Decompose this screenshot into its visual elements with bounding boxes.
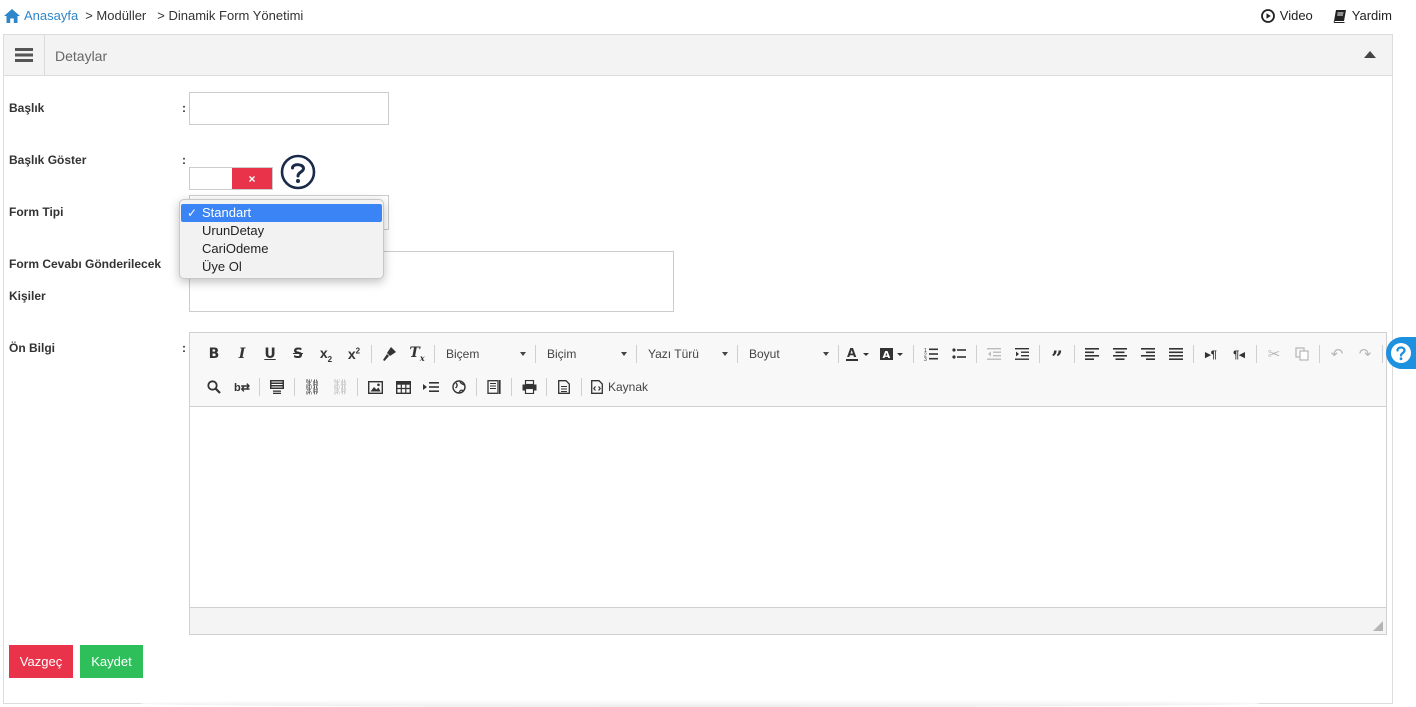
size-combo[interactable]: Boyut: [741, 341, 835, 367]
source-button[interactable]: Kaynak: [585, 374, 654, 400]
underline-icon[interactable]: U: [256, 341, 284, 367]
italic-icon[interactable]: I: [228, 341, 256, 367]
breadcrumb: Anasayfa > Modüller > Dinamik Form Yönet…: [4, 8, 307, 23]
indent-icon[interactable]: [1008, 341, 1036, 367]
bold-icon[interactable]: B: [200, 341, 228, 367]
book-icon: [1333, 9, 1346, 23]
collapse-caret-icon[interactable]: [1364, 51, 1376, 58]
panel-header: Detaylar: [4, 35, 1392, 76]
svg-text:A: A: [847, 346, 857, 360]
pre-info-label: Ön Bilgi: [9, 341, 55, 355]
form-type-option[interactable]: Üye Ol: [181, 258, 382, 276]
breadcrumb-current: > Dinamik Form Yönetimi: [157, 8, 304, 23]
horizontal-rule-icon[interactable]: [417, 374, 445, 400]
breadcrumb-modules[interactable]: > Modüller: [85, 8, 146, 23]
page-break-icon[interactable]: [480, 374, 508, 400]
toolbar-row-2: b⇄ ⛓ ⛓ Kaynak: [200, 374, 654, 400]
panel-menu-button[interactable]: [4, 35, 45, 75]
remove-format-icon[interactable]: Tx: [403, 341, 431, 367]
panel-title: Detaylar: [55, 48, 108, 64]
cut-icon[interactable]: ✂: [1260, 341, 1288, 367]
background-color-icon[interactable]: A: [876, 341, 910, 367]
home-icon[interactable]: [4, 8, 20, 23]
top-bar: Anasayfa > Modüller > Dinamik Form Yönet…: [0, 0, 1416, 32]
undo-icon[interactable]: ↶: [1323, 341, 1351, 367]
form-type-label: Form Tipi: [9, 205, 64, 219]
blockquote-icon[interactable]: ”: [1043, 341, 1071, 368]
strikethrough-icon[interactable]: S: [284, 341, 312, 367]
show-title-colon: :: [182, 153, 186, 167]
floating-help-button[interactable]: [1386, 337, 1416, 369]
help-button[interactable]: Yardim: [1333, 8, 1392, 23]
font-combo[interactable]: Yazı Türü: [640, 341, 734, 367]
video-button[interactable]: Video: [1260, 8, 1313, 23]
form-type-option[interactable]: CariOdeme: [181, 240, 382, 258]
copy-icon[interactable]: [1288, 341, 1316, 367]
save-button[interactable]: Kaydet: [80, 645, 143, 678]
replace-icon[interactable]: b⇄: [228, 374, 256, 400]
cancel-button[interactable]: Vazgeç: [9, 645, 73, 678]
text-direction-ltr-icon[interactable]: ▸¶: [1197, 341, 1225, 367]
align-left-icon[interactable]: [1078, 341, 1106, 367]
iframe-globe-icon[interactable]: [445, 374, 473, 400]
text-direction-rtl-icon[interactable]: ¶◂: [1225, 341, 1253, 367]
title-colon: :: [182, 101, 186, 115]
align-right-icon[interactable]: [1134, 341, 1162, 367]
title-input[interactable]: [189, 92, 389, 125]
play-circle-icon: [1260, 8, 1275, 23]
image-icon[interactable]: [361, 374, 389, 400]
toggle-off-state: ×: [232, 168, 272, 189]
outdent-icon[interactable]: [980, 341, 1008, 367]
form-type-dropdown[interactable]: ✓ Standart UrunDetay CariOdeme Üye Ol: [179, 199, 384, 279]
numbered-list-icon[interactable]: 123: [917, 341, 945, 367]
editor-toolbar: B I U S x2 x2 Tx Biçem Biçim Yazı Türü B…: [190, 333, 1386, 407]
text-color-icon[interactable]: A: [842, 341, 876, 367]
svg-text:A: A: [883, 350, 891, 361]
help-label: Yardim: [1351, 8, 1392, 23]
rich-text-editor: B I U S x2 x2 Tx Biçem Biçim Yazı Türü B…: [189, 332, 1387, 635]
preview-document-icon[interactable]: [550, 374, 578, 400]
form-type-option[interactable]: UrunDetay: [181, 222, 382, 240]
bullet-list-icon[interactable]: [945, 341, 973, 367]
recipients-label-line2: Kişiler: [9, 289, 46, 303]
breadcrumb-home-link[interactable]: Anasayfa: [24, 8, 78, 23]
editor-footer: [190, 607, 1386, 634]
details-panel: Detaylar Başlık : Başlık Göster : × Form…: [3, 34, 1393, 704]
svg-text:3: 3: [924, 357, 927, 361]
check-icon: ✓: [187, 206, 198, 220]
find-icon[interactable]: [200, 374, 228, 400]
redo-icon[interactable]: ↷: [1351, 341, 1379, 367]
toolbar-row-1: B I U S x2 x2 Tx Biçem Biçim Yazı Türü B…: [200, 341, 1386, 368]
hamburger-icon: [15, 48, 33, 62]
resize-handle-icon[interactable]: [1373, 621, 1383, 631]
recipients-label: Form Cevabı Gönderilecek: [9, 257, 162, 271]
title-label: Başlık: [9, 101, 45, 115]
style-combo[interactable]: Biçim: [539, 341, 633, 367]
pre-info-colon: :: [182, 341, 186, 355]
format-combo[interactable]: Biçem: [438, 341, 532, 367]
show-title-label: Başlık Göster: [9, 153, 87, 167]
editor-content-area[interactable]: [190, 408, 1386, 608]
top-actions: Video Yardim: [1260, 8, 1392, 23]
question-circle-icon: [1391, 343, 1411, 363]
source-label: Kaynak: [608, 380, 649, 394]
source-code-icon: [591, 380, 603, 394]
copy-format-icon[interactable]: [375, 341, 403, 367]
table-icon[interactable]: [389, 374, 417, 400]
unlink-icon[interactable]: ⛓: [326, 374, 354, 400]
align-justify-icon[interactable]: [1162, 341, 1190, 367]
video-label: Video: [1279, 8, 1313, 23]
form-type-option[interactable]: ✓ Standart: [181, 204, 382, 222]
superscript-icon[interactable]: x2: [340, 341, 368, 367]
bottom-shadow: [140, 700, 1260, 707]
print-icon[interactable]: [515, 374, 543, 400]
link-icon[interactable]: ⛓: [298, 374, 326, 400]
question-circle-icon[interactable]: [280, 154, 316, 190]
align-center-icon[interactable]: [1106, 341, 1134, 367]
select-all-icon[interactable]: [263, 374, 291, 400]
subscript-icon[interactable]: x2: [312, 341, 340, 367]
show-title-toggle[interactable]: ×: [189, 167, 273, 190]
